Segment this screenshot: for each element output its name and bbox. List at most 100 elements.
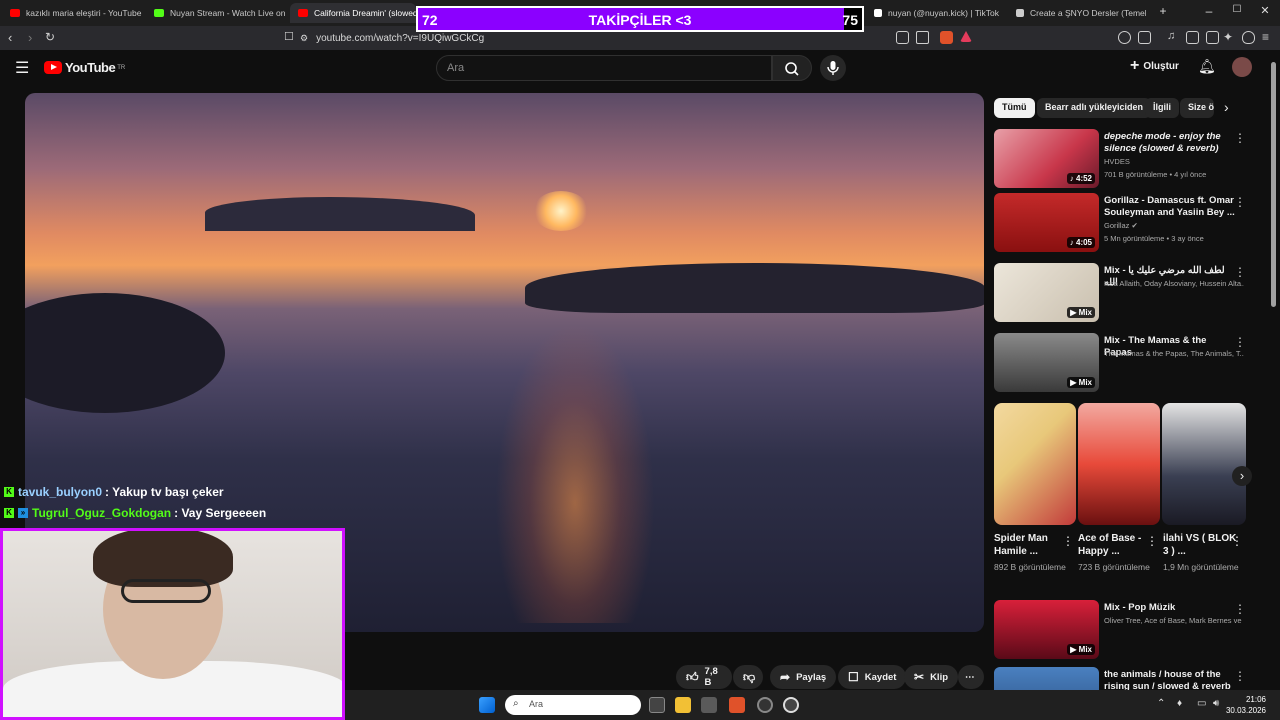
channel-name[interactable]: The Mamas & the Papas, The Animals, T... <box>1104 349 1244 358</box>
mix-thumbnail[interactable]: ▶ Mix <box>994 263 1099 322</box>
new-tab-button[interactable]: + <box>1148 4 1178 18</box>
more-vert-icon[interactable]: ⋮ <box>1234 669 1246 683</box>
more-vert-icon[interactable]: ⋮ <box>1234 131 1246 145</box>
short-thumbnail[interactable] <box>994 403 1076 525</box>
video-title[interactable]: the animals / house of the rising sun / … <box>1104 669 1236 690</box>
share-icon[interactable] <box>916 31 929 44</box>
more-vert-icon[interactable]: ⋮ <box>1062 534 1074 548</box>
taskbar-search-input[interactable]: Ara <box>505 695 641 715</box>
minimize-button[interactable]: – <box>1194 4 1224 18</box>
video-thumbnail[interactable] <box>994 667 1099 690</box>
tab-tiktok[interactable]: nuyan (@nuyan.kick) | TikTok <box>866 3 1006 23</box>
vpn-icon[interactable] <box>1242 31 1255 44</box>
video-title[interactable]: depeche mode - enjoy the silence (slowed… <box>1104 131 1236 155</box>
tab-label: California Dreamin' (slowed <box>314 8 416 18</box>
network-icon[interactable]: ▭ <box>1197 698 1206 709</box>
chip-all[interactable]: Tümü <box>994 98 1035 118</box>
brave-shields-icon[interactable] <box>940 31 953 44</box>
mix-badge: ▶ Mix <box>1067 307 1095 318</box>
save-button[interactable]: ☐ Kaydet <box>838 665 907 689</box>
clock-date: 30.03.2026 <box>1225 706 1266 715</box>
back-icon[interactable]: ‹ <box>8 30 12 45</box>
screenshot-icon[interactable] <box>1138 31 1151 44</box>
more-vert-icon[interactable]: ⋮ <box>1234 265 1246 279</box>
more-vert-icon[interactable]: ⋮ <box>1231 534 1243 548</box>
brave-browser-icon[interactable] <box>729 697 745 713</box>
short-thumbnail[interactable] <box>1078 403 1160 525</box>
channel-name[interactable]: Oliver Tree, Ace of Base, Mark Bernes ve… <box>1104 616 1244 625</box>
tab-youtube-1[interactable]: kazıklı maria eleştiri - YouTube <box>2 3 142 23</box>
extensions-icon[interactable] <box>1118 31 1131 44</box>
channel-name[interactable]: HVDES <box>1104 157 1244 166</box>
like-button[interactable]: 👍︎ 7,8 B <box>676 665 732 689</box>
tray-app-icon[interactable]: ♦ <box>1177 698 1182 709</box>
short-info[interactable]: Ace of Base - Happy ... 723 B görüntülem… <box>1078 532 1158 573</box>
volume-icon[interactable]: 🔊︎ <box>1213 698 1219 709</box>
reload-icon[interactable]: ↻ <box>45 30 55 44</box>
video-title[interactable]: Mix - Pop Müzik <box>1104 602 1236 614</box>
store-icon[interactable] <box>701 697 717 713</box>
tab-kick[interactable]: Nuyan Stream - Watch Live on Ki <box>146 3 286 23</box>
menu-icon[interactable]: ≡ <box>1262 30 1269 44</box>
system-clock[interactable]: 21:06 30.03.2026 <box>1226 694 1266 716</box>
video-title[interactable]: Gorillaz - Damascus ft. Omar Souleyman a… <box>1104 195 1236 219</box>
tray-chevron-icon[interactable]: ⌃ <box>1157 698 1165 709</box>
cast-icon[interactable] <box>896 31 909 44</box>
avatar[interactable] <box>1232 57 1252 77</box>
leo-ai-icon[interactable]: ✦ <box>1223 30 1233 44</box>
media-player-icon[interactable] <box>783 697 799 713</box>
short-info[interactable]: Spider Man Hamile ... 892 B görüntüleme … <box>994 532 1074 573</box>
search-button[interactable] <box>772 55 812 81</box>
video-thumbnail[interactable]: ♪ 4:05 <box>994 193 1099 252</box>
mix-thumbnail[interactable]: ▶ Mix <box>994 600 1099 659</box>
dislike-button[interactable]: 👎︎ <box>733 665 763 689</box>
video-frame-island <box>205 197 475 231</box>
tab-youtube-active[interactable]: California Dreamin' (slowed <box>290 3 416 23</box>
mix-thumbnail[interactable]: ▶ Mix <box>994 333 1099 392</box>
more-vert-icon[interactable]: ⋮ <box>1234 335 1246 349</box>
sidebar-icon[interactable] <box>1186 31 1199 44</box>
youtube-wordmark: YouTube <box>65 60 116 75</box>
video-thumbnail[interactable]: ♪ 4:52 <box>994 129 1099 188</box>
channel-name[interactable]: Gorillaz ✔ <box>1104 221 1244 230</box>
tab-create[interactable]: Create a ŞNYO Dersler (Temel) Tir <box>1008 3 1146 23</box>
hamburger-menu-icon[interactable]: ☰ <box>15 58 29 78</box>
mix-badge: ▶ Mix <box>1067 644 1095 655</box>
share-button[interactable]: ➦ Paylaş <box>770 665 837 689</box>
wallet-icon[interactable] <box>1206 31 1219 44</box>
chevron-right-icon[interactable]: › <box>1224 99 1229 115</box>
bookmark-icon[interactable]: ☐ <box>284 30 294 43</box>
file-explorer-icon[interactable] <box>675 697 691 713</box>
site-info-icon[interactable]: ⚙ <box>300 33 308 44</box>
obs-icon[interactable] <box>757 697 773 713</box>
chip-from-uploader[interactable]: Bearr adlı yükleyiciden <box>1037 98 1152 118</box>
more-vert-icon[interactable]: ⋮ <box>1146 534 1158 548</box>
short-thumbnail[interactable] <box>1162 403 1246 525</box>
chip-related[interactable]: İlgili <box>1145 98 1179 118</box>
brave-rewards-icon[interactable] <box>960 31 972 42</box>
clip-button[interactable]: ✂ Klip <box>904 665 959 689</box>
task-view-icon[interactable] <box>649 697 665 713</box>
short-info[interactable]: ilahi VS ( BLOK 3 ) ... 1,9 Mn görüntüle… <box>1163 532 1243 573</box>
close-window-button[interactable]: ✕ <box>1250 4 1280 17</box>
page-scrollbar[interactable] <box>1271 62 1276 307</box>
maximize-button[interactable]: ☐ <box>1222 4 1252 15</box>
notifications-bell-icon[interactable]: 🔔︎ <box>1198 58 1216 75</box>
more-actions-button[interactable]: ⋯ <box>958 665 984 689</box>
microphone-icon <box>827 61 839 75</box>
recommendation-item[interactable]: the animals / house of the rising sun / … <box>994 667 1254 690</box>
chip-for-you[interactable]: Size ö <box>1180 98 1214 118</box>
short-views: 723 B görüntüleme <box>1078 562 1150 572</box>
channel-name[interactable]: Issa Allaith, Oday Alsoviany, Hussein Al… <box>1104 279 1244 288</box>
voice-search-button[interactable] <box>820 55 846 81</box>
create-button[interactable]: + Oluştur <box>1130 58 1179 74</box>
youtube-logo[interactable]: YouTube TR <box>44 60 125 75</box>
music-icon[interactable]: ♫ <box>1167 30 1175 42</box>
windows-start-icon[interactable] <box>479 697 495 713</box>
search-input[interactable]: Ara <box>436 55 772 81</box>
shelf-next-icon[interactable]: › <box>1232 466 1252 486</box>
url-text[interactable]: youtube.com/watch?v=I9UQiwGCkCg <box>316 33 484 44</box>
more-vert-icon[interactable]: ⋮ <box>1234 195 1246 209</box>
forward-icon[interactable]: › <box>28 30 32 45</box>
more-vert-icon[interactable]: ⋮ <box>1234 602 1246 616</box>
